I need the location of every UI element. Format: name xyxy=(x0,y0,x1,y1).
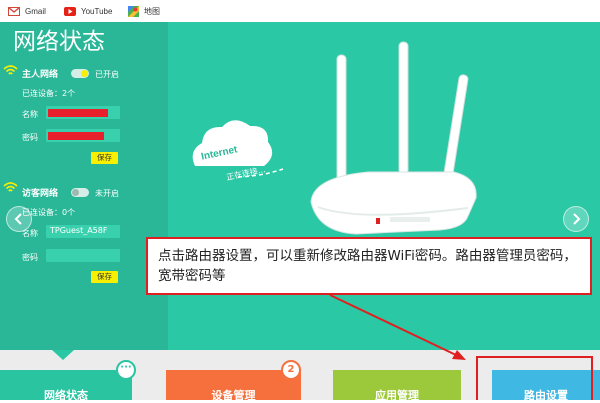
guest-network-title: 访客网络 xyxy=(22,189,59,199)
bookmark-label: Gmail xyxy=(25,6,46,16)
highlight-box xyxy=(476,356,593,400)
tab-label: 设备管理 xyxy=(211,389,256,402)
guest-network-password-field[interactable] xyxy=(46,249,120,262)
main-network-toggle[interactable] xyxy=(71,69,89,78)
main-network-name-field[interactable] xyxy=(46,106,120,119)
tab-label: 网络状态 xyxy=(44,389,88,402)
router-illustration xyxy=(192,41,477,235)
page-title: 网络状态 xyxy=(13,29,105,55)
redacted-name xyxy=(48,109,108,117)
tab-network-status[interactable]: 网络状态 xyxy=(0,370,132,402)
active-indicator-icon xyxy=(52,350,74,360)
guest-network-password-label: 密码 xyxy=(22,253,38,262)
guest-network-toggle[interactable] xyxy=(71,188,89,197)
tab-label: 应用管理 xyxy=(375,389,419,402)
guest-network-toggle-state: 未开启 xyxy=(95,189,119,198)
guest-network-save-button[interactable]: 保存 xyxy=(91,271,118,283)
main-network-connected: 已连设备：2个 xyxy=(22,89,76,98)
main-network-password-field[interactable] xyxy=(46,129,120,142)
wifi-icon xyxy=(3,65,18,75)
gmail-icon xyxy=(8,6,20,16)
bookmark-maps[interactable]: 地图 xyxy=(128,3,160,19)
main-network-password-label: 密码 xyxy=(22,133,38,142)
annotation-callout: 点击路由器设置，可以重新修改路由器WiFi密码。路由器管理员密码，宽带密码等 xyxy=(146,237,592,295)
main-network-toggle-state: 已开启 xyxy=(95,70,119,79)
tab-app-management[interactable]: 应用管理 xyxy=(333,370,461,402)
annotation-text: 点击路由器设置，可以重新修改路由器WiFi密码。路由器管理员密码，宽带密码等 xyxy=(158,248,577,284)
bookmarks-bar: Gmail YouTube 地图 xyxy=(0,0,600,23)
chevron-right-icon xyxy=(573,213,581,225)
status-panel: 网络状态 主人网络 已开启 已连设备：2个 名称 密码 保存 访客网络 未开启 … xyxy=(0,22,168,350)
maps-icon xyxy=(128,5,139,17)
guest-network-name-field[interactable]: TPGuest_A58F xyxy=(46,225,120,238)
next-arrow[interactable] xyxy=(563,206,589,232)
prev-arrow[interactable] xyxy=(6,206,32,232)
main-network-name-label: 名称 xyxy=(22,110,38,119)
main-network-save-button[interactable]: 保存 xyxy=(91,152,118,164)
bookmark-label: YouTube xyxy=(81,6,113,16)
toggle-knob xyxy=(81,70,88,77)
bookmark-youtube[interactable]: YouTube xyxy=(64,3,112,19)
router-dashboard: 网络状态 主人网络 已开启 已连设备：2个 名称 密码 保存 访客网络 未开启 … xyxy=(0,22,600,350)
toggle-knob xyxy=(72,189,79,196)
redacted-password xyxy=(48,132,104,140)
guest-network-name-value: TPGuest_A58F xyxy=(50,226,108,235)
hero-illustration: Internet 正在连接... xyxy=(168,22,600,350)
youtube-icon xyxy=(64,6,76,16)
tab-device-management[interactable]: 设备管理 xyxy=(166,370,301,402)
bookmark-gmail[interactable]: Gmail xyxy=(8,3,46,19)
wifi-icon xyxy=(3,182,18,192)
chevron-left-icon xyxy=(14,213,22,225)
main-network-title: 主人网络 xyxy=(22,70,59,80)
more-icon[interactable]: ··· xyxy=(116,360,136,380)
device-count-badge: 2 xyxy=(281,360,301,380)
bookmark-label: 地图 xyxy=(144,6,160,16)
